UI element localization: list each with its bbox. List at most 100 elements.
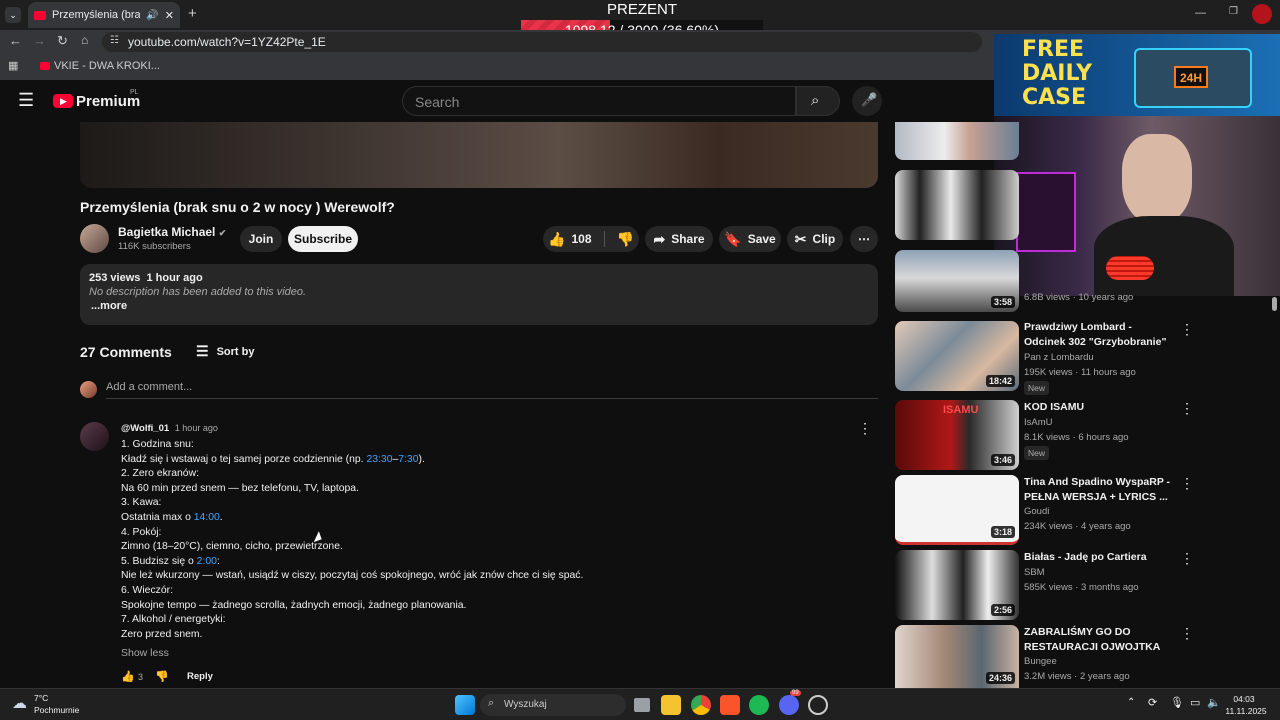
sidebar-video-title[interactable]: KOD ISAMU [1024, 400, 1172, 415]
clock-date[interactable]: 11.11.2025 [1221, 706, 1271, 716]
more-horizontal-icon: ⋯ [858, 232, 870, 246]
comment-dislike-icon[interactable]: 👎 [155, 670, 169, 683]
menu-icon[interactable]: ☰ [18, 90, 34, 111]
browser-tab-active[interactable]: Przemyślenia (brak snu o 2 🔊 ✕ [28, 2, 180, 28]
spotify-icon[interactable] [749, 695, 769, 715]
comment-text: Ostatnia max o [121, 511, 194, 523]
sidebar-thumb-partial-2[interactable] [895, 170, 1019, 240]
timestamp-link[interactable]: 2:00 [197, 556, 217, 567]
taskbar-search[interactable]: ⌕ Wyszukaj [480, 694, 626, 716]
chrome-icon[interactable] [691, 695, 711, 715]
sidebar-item-menu-icon[interactable]: ⋮ [1180, 475, 1194, 492]
site-info-icon[interactable]: ☷ [110, 35, 119, 46]
weather-temperature[interactable]: 7°C [34, 693, 48, 703]
back-icon[interactable]: ← [9, 33, 22, 48]
timestamp-link[interactable]: 7:30 [398, 454, 418, 465]
search-input[interactable]: Search [402, 86, 796, 116]
sidebar-thumb-partial-1[interactable] [895, 122, 1019, 160]
voice-search-button[interactable]: 🎤 [852, 86, 882, 116]
profile-avatar[interactable] [1252, 4, 1272, 24]
sidebar-video-title[interactable]: ZABRALIŚMY GO DO RESTAURACJI OJWOJTKA [1024, 625, 1172, 655]
bookmark-icon: 🔖 [724, 230, 742, 247]
add-comment-input[interactable]: Add a comment... [106, 381, 878, 399]
comment-line: 1. Godzina snu: [121, 439, 194, 450]
tray-chevron-icon[interactable]: ⌃ [1127, 697, 1135, 708]
sidebar-video-channel[interactable]: Pan z Lombardu [1024, 352, 1094, 363]
sidebar-video-title[interactable]: Tina And Spadino WyspaRP - PEŁNA WERSJA … [1024, 475, 1172, 505]
speaker-icon[interactable]: 🔊 [146, 10, 158, 21]
promo-banner: FREE DAILY CASE 24H [994, 34, 1280, 116]
show-more-link[interactable]: ...more [89, 300, 869, 312]
video-player[interactable] [80, 122, 878, 188]
timestamp-link[interactable]: 14:00 [194, 512, 220, 523]
app-icon[interactable] [808, 695, 828, 715]
sidebar-video-title[interactable]: Prawdziwy Lombard - Odcinek 302 "Grzybob… [1024, 320, 1172, 350]
clip-button[interactable]: ✂ Clip [787, 226, 843, 252]
apps-grid-icon[interactable]: ▦ [8, 59, 18, 72]
tab-close-icon[interactable]: ✕ [165, 9, 174, 22]
youtube-logo-icon[interactable]: ▶ [53, 94, 73, 108]
bookmark-item[interactable]: VKIE - DWA KROKI... [54, 60, 160, 72]
save-button[interactable]: 🔖 Save [719, 226, 781, 252]
more-actions-button[interactable]: ⋯ [850, 226, 878, 252]
sidebar-item-menu-icon[interactable]: ⋮ [1180, 400, 1194, 417]
sidebar-video-channel[interactable]: IsAmU [1024, 417, 1053, 428]
sidebar-item-menu-icon[interactable]: ⋮ [1180, 550, 1194, 567]
minimize-icon[interactable]: — [1195, 7, 1206, 19]
sort-by-button[interactable]: ☰ Sort by [196, 343, 254, 360]
brave-icon[interactable] [720, 695, 740, 715]
comment-avatar[interactable] [80, 422, 109, 451]
user-avatar [80, 381, 97, 398]
task-view-icon[interactable] [634, 698, 650, 712]
sidebar-thumb[interactable]: 24:36 [895, 625, 1019, 688]
tab-list-icon[interactable]: ⌄ [5, 7, 21, 23]
promo-line: DAILY [1022, 61, 1092, 86]
share-button[interactable]: ➦ Share [645, 226, 713, 252]
red-lamp [1106, 256, 1154, 280]
sync-icon[interactable]: ⟳ [1148, 696, 1157, 709]
description-box[interactable]: 253 views 1 hour ago No description has … [80, 264, 878, 325]
sidebar-item-menu-icon[interactable]: ⋮ [1180, 625, 1194, 642]
sidebar-thumb[interactable]: ISAMU 3:46 [895, 400, 1019, 470]
channel-avatar[interactable] [80, 224, 109, 253]
show-less-link[interactable]: Show less [121, 647, 169, 659]
comment-author[interactable]: @Wolfi_01 [121, 423, 169, 434]
reload-icon[interactable]: ↻ [57, 33, 68, 49]
weather-condition[interactable]: Pochmurnie [34, 705, 79, 715]
cloud-icon[interactable]: ☁ [12, 694, 27, 712]
like-icon[interactable]: 👍 [548, 231, 565, 248]
sidebar-item-menu-icon[interactable]: ⋮ [1180, 321, 1194, 338]
scrollbar-thumb[interactable] [1272, 297, 1277, 311]
forward-icon[interactable]: → [33, 33, 46, 48]
comment-time[interactable]: 1 hour ago [175, 423, 218, 433]
comment-menu-icon[interactable]: ⋮ [858, 420, 872, 437]
like-count[interactable]: 108 [571, 232, 591, 246]
volume-icon[interactable]: 🔈 [1207, 696, 1221, 709]
sidebar-thumb[interactable]: 3:18 [895, 475, 1019, 545]
sidebar-thumb-partial-3[interactable]: 3:58 [895, 250, 1019, 312]
sidebar-video-channel[interactable]: Bungee [1024, 656, 1057, 667]
new-tab-icon[interactable]: + [188, 5, 197, 22]
timestamp-link[interactable]: 23:30 [366, 454, 392, 465]
home-icon[interactable]: ⌂ [81, 33, 88, 47]
start-icon[interactable] [455, 695, 475, 715]
reply-button[interactable]: Reply [187, 671, 213, 682]
monitor-icon[interactable]: ▭ [1190, 696, 1200, 709]
sidebar-thumb[interactable]: 18:42 [895, 321, 1019, 391]
sidebar-thumb[interactable]: 2:56 [895, 550, 1019, 620]
join-button[interactable]: Join [240, 226, 282, 252]
search-button[interactable]: ⌕ [796, 86, 840, 116]
channel-name[interactable]: Bagietka Michael [118, 225, 215, 239]
file-explorer-icon[interactable] [661, 695, 681, 715]
dislike-icon[interactable]: 👎 [617, 231, 634, 248]
sidebar-video-channel[interactable]: Goudi [1024, 506, 1049, 517]
discord-icon[interactable]: 99 [779, 690, 801, 715]
sidebar-video-channel[interactable]: SBM [1024, 567, 1045, 578]
sidebar-video-title[interactable]: Białas - Jadę po Cartiera [1024, 550, 1172, 565]
restore-icon[interactable]: ❐ [1229, 6, 1238, 17]
mic-tray-icon[interactable]: 🎙 [1170, 696, 1184, 709]
url-field[interactable]: ☷ youtube.com/watch?v=1YZ42Pte_1E [102, 32, 982, 52]
subscribe-button[interactable]: Subscribe [288, 226, 358, 252]
comment-like-icon[interactable]: 👍 [121, 670, 135, 683]
clock-time[interactable]: 04:03 [1221, 694, 1267, 704]
